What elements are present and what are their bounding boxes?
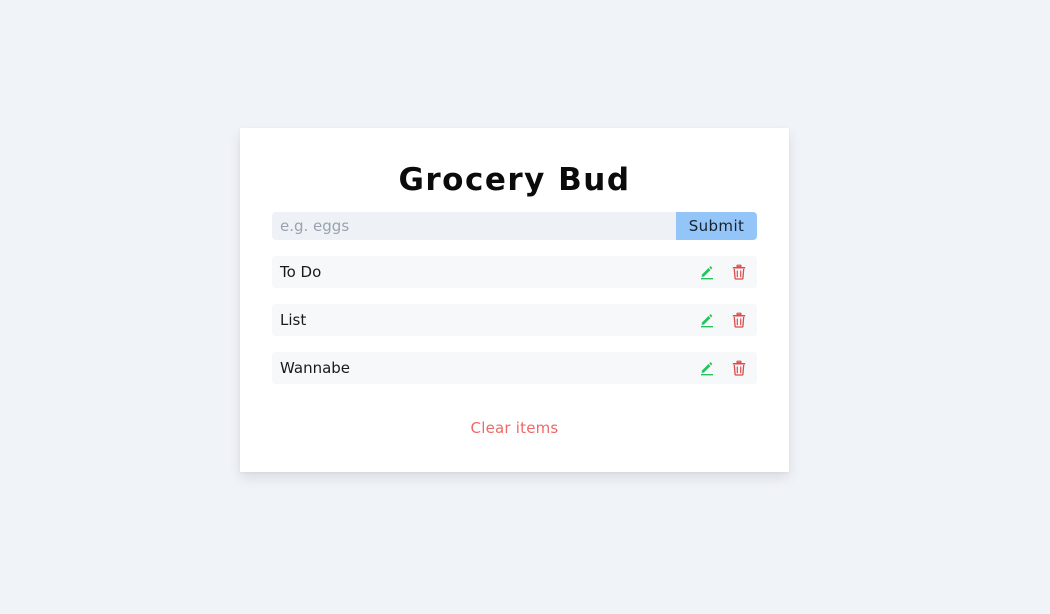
clear-container: Clear items: [240, 418, 789, 437]
item-label: Wannabe: [280, 359, 351, 377]
grocery-list: To Do List Wannabe: [272, 256, 757, 400]
item-label: List: [280, 311, 307, 329]
list-item: To Do: [272, 256, 757, 288]
submit-button[interactable]: Submit: [676, 212, 757, 240]
pencil-icon: [701, 362, 713, 376]
list-item: List: [272, 304, 757, 336]
item-label: To Do: [280, 263, 322, 281]
delete-button[interactable]: [729, 262, 749, 282]
trash-icon: [732, 360, 746, 376]
trash-icon: [732, 264, 746, 280]
clear-items-button[interactable]: Clear items: [471, 419, 559, 437]
delete-button[interactable]: [729, 310, 749, 330]
edit-button[interactable]: [697, 310, 717, 330]
grocery-card: Grocery Bud Submit To Do: [240, 128, 789, 472]
delete-button[interactable]: [729, 358, 749, 378]
pencil-icon: [701, 266, 713, 280]
pencil-icon: [701, 314, 713, 328]
edit-button[interactable]: [697, 262, 717, 282]
grocery-input[interactable]: [272, 212, 676, 240]
list-item: Wannabe: [272, 352, 757, 384]
grocery-form: Submit: [272, 212, 757, 240]
edit-button[interactable]: [697, 358, 717, 378]
page-title: Grocery Bud: [398, 162, 631, 198]
trash-icon: [732, 312, 746, 328]
